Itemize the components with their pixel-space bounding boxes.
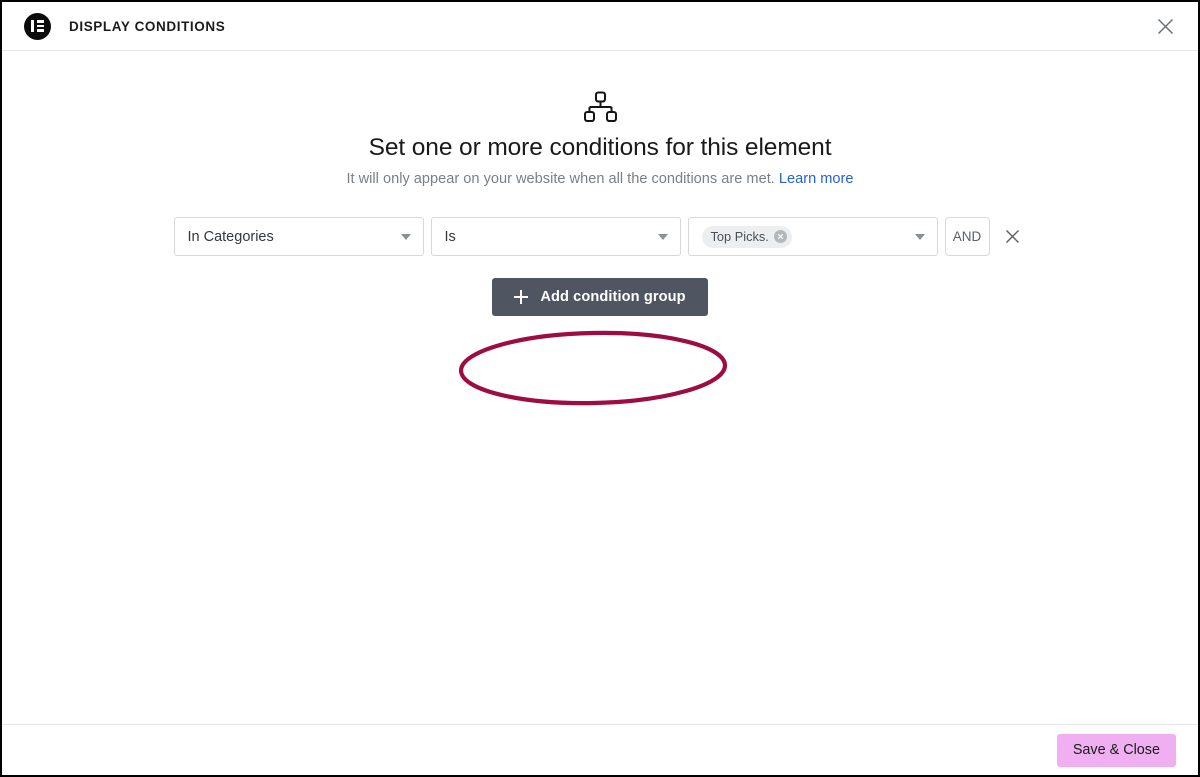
conditions-subtext: It will only appear on your website when…	[2, 171, 1198, 187]
modal-body: Set one or more conditions for this elem…	[2, 51, 1198, 724]
chevron-down-icon	[914, 233, 925, 240]
page-title: DISPLAY CONDITIONS	[69, 18, 226, 34]
elementor-logo-icon	[24, 12, 51, 40]
condition-operator-value: Is	[444, 228, 456, 245]
chevron-down-icon	[400, 233, 411, 240]
condition-value-select[interactable]: Top Picks.	[687, 217, 938, 257]
remove-condition-icon[interactable]	[999, 223, 1027, 251]
learn-more-link[interactable]: Learn more	[779, 171, 854, 187]
selected-value-chip-label: Top Picks.	[710, 229, 769, 245]
condition-type-select[interactable]: In Categories	[173, 217, 424, 257]
plus-icon	[514, 290, 529, 305]
condition-row: In Categories Is Top Picks. AND	[2, 217, 1198, 257]
save-close-button[interactable]: Save & Close	[1056, 733, 1176, 767]
condition-operator-select[interactable]: Is	[430, 217, 681, 257]
selected-value-chip: Top Picks.	[701, 225, 792, 248]
conditions-area: In Categories Is Top Picks. AND Add cond…	[2, 217, 1198, 317]
sitemap-icon	[2, 91, 1198, 123]
logic-operator-label: AND	[952, 229, 982, 245]
conditions-subtext-text: It will only appear on your website when…	[346, 171, 775, 188]
intro-block: Set one or more conditions for this elem…	[2, 51, 1198, 187]
chevron-down-icon	[657, 233, 668, 240]
add-condition-group-label: Add condition group	[540, 289, 686, 306]
add-condition-group-button[interactable]: Add condition group	[492, 278, 708, 317]
condition-type-value: In Categories	[187, 228, 274, 245]
close-icon[interactable]	[1150, 11, 1180, 41]
conditions-headline: Set one or more conditions for this elem…	[368, 134, 832, 161]
annotation-ellipse-highlight	[458, 330, 728, 406]
modal-footer: Save & Close	[2, 724, 1198, 775]
logic-operator-button[interactable]: AND	[944, 217, 990, 257]
modal-header: DISPLAY CONDITIONS	[2, 2, 1198, 51]
add-condition-group-wrap: Add condition group	[2, 278, 1198, 317]
display-conditions-modal: DISPLAY CONDITIONS Set one or more condi…	[0, 0, 1200, 777]
chip-remove-icon[interactable]	[773, 230, 787, 244]
